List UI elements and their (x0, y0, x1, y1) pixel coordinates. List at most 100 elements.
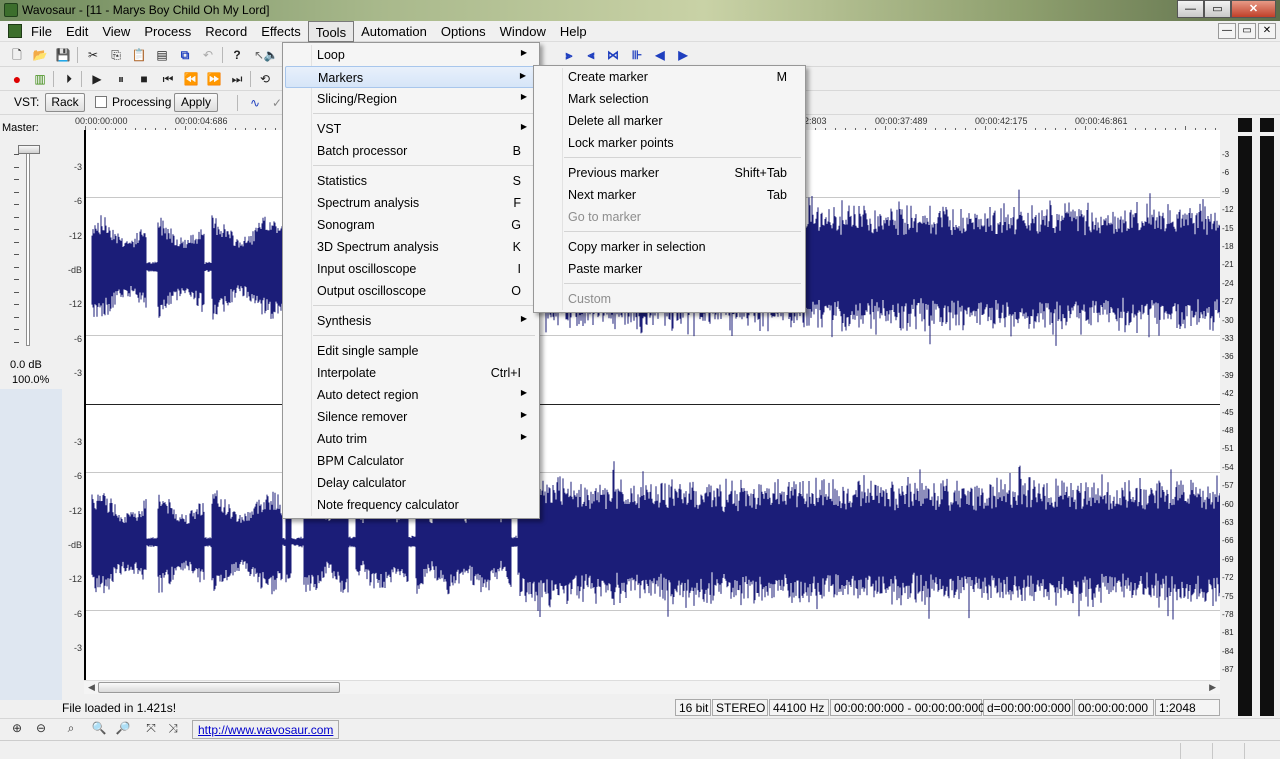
tools-menu-item-silence-remover[interactable]: Silence remover ▶ (285, 406, 537, 428)
menu-item-label: Output oscilloscope (317, 284, 427, 298)
menu-window[interactable]: Window (493, 21, 553, 42)
tools-menu-item-interpolate[interactable]: Interpolate Ctrl+I (285, 362, 537, 384)
tools-menu-item-auto-detect-region[interactable]: Auto detect region ▶ (285, 384, 537, 406)
master-volume-track[interactable] (26, 148, 30, 346)
tools-menu-item-batch-processor[interactable]: Batch processor B (285, 140, 537, 162)
processing-checkbox[interactable] (95, 96, 107, 108)
submenu-arrow-icon: ▶ (520, 48, 527, 57)
loop-icon[interactable]: ⟲ (256, 70, 274, 88)
tools-menu-item-edit-single-sample[interactable]: Edit single sample (285, 340, 537, 362)
scroll-right-icon[interactable]: ▶ (1209, 682, 1216, 693)
mdi-minimize-button[interactable]: — (1218, 23, 1236, 39)
menu-record[interactable]: Record (198, 21, 254, 42)
play-icon[interactable]: ▶ (88, 70, 106, 88)
tools-menu-item-slicing-region[interactable]: Slicing/Region ▶ (285, 88, 537, 110)
marker-split-icon[interactable]: ⫷ (582, 46, 600, 64)
tools-menu-item-bpm-calculator[interactable]: BPM Calculator (285, 450, 537, 472)
next-marker-icon[interactable]: ▶ (674, 46, 692, 64)
play-from-start-icon[interactable]: ⏵ (60, 70, 78, 88)
undo-icon[interactable]: ↶ (199, 46, 217, 64)
pause-icon[interactable]: ⏸ (112, 70, 130, 88)
menu-tools[interactable]: Tools (307, 21, 355, 42)
go-to-end-icon[interactable]: ⏭ (228, 70, 246, 88)
meter-scale-label: -87 (1222, 665, 1234, 675)
markers-menu-item-paste-marker[interactable]: Paste marker (536, 258, 803, 280)
markers-menu-item-delete-all-marker[interactable]: Delete all marker (536, 110, 803, 132)
save-icon[interactable]: 💾 (54, 46, 72, 64)
maximize-button[interactable]: ▭ (1204, 0, 1231, 18)
marker-region-icon[interactable]: ⋈ (604, 46, 622, 64)
markers-menu-item-lock-marker-points[interactable]: Lock marker points (536, 132, 803, 154)
website-link[interactable]: http://www.wavosaur.com (192, 720, 340, 739)
mdi-close-button[interactable]: ✕ (1258, 23, 1276, 39)
rack-button[interactable]: Rack (45, 93, 85, 112)
mdi-restore-button[interactable]: ▭ (1238, 23, 1256, 39)
zoom-out-icon[interactable]: 🔎 (114, 721, 132, 739)
paste-mix-icon[interactable]: ▤ (153, 46, 171, 64)
tools-menu-item-delay-calculator[interactable]: Delay calculator (285, 472, 537, 494)
paste-icon[interactable]: 📋 (130, 46, 148, 64)
menu-item-label: 3D Spectrum analysis (317, 240, 439, 254)
previous-marker-icon[interactable]: ◀ (651, 46, 669, 64)
apply-button[interactable]: Apply (174, 93, 218, 112)
menu-file[interactable]: File (24, 21, 59, 42)
minimize-button[interactable]: — (1177, 0, 1204, 18)
meter-scale-label: -72 (1222, 573, 1234, 583)
tools-menu-item-output-oscilloscope[interactable]: Output oscilloscope O (285, 280, 537, 302)
tools-menu-item-spectrum-analysis[interactable]: Spectrum analysis F (285, 192, 537, 214)
timeline-label: 00:00:46:861 (1075, 116, 1128, 126)
tools-menu-item-note-frequency-calculator[interactable]: Note frequency calculator (285, 494, 537, 516)
copy-icon[interactable]: ⎘ (107, 46, 125, 64)
menu-edit[interactable]: Edit (59, 21, 95, 42)
help-icon[interactable]: ? (228, 46, 246, 64)
markers-menu-item-next-marker[interactable]: Next marker Tab (536, 184, 803, 206)
tools-menu-item-auto-trim[interactable]: Auto trim ▶ (285, 428, 537, 450)
open-folder-icon[interactable]: 📂 (31, 46, 49, 64)
fast-forward-icon[interactable]: ⏩ (205, 70, 223, 88)
tools-menu-item-loop[interactable]: Loop ▶ (285, 44, 537, 66)
crop-icon[interactable]: ⧉ (176, 46, 194, 64)
zoom-selection-icon[interactable]: ⌕ (62, 721, 80, 739)
markers-menu-item-create-marker[interactable]: Create marker M (536, 66, 803, 88)
zoom-vertical-out-icon[interactable]: ⤨ (164, 721, 182, 739)
menu-help[interactable]: Help (553, 21, 594, 42)
close-button[interactable]: ✕ (1231, 0, 1276, 18)
input-monitor-icon[interactable]: ▥ (31, 70, 49, 88)
new-file-icon[interactable]: 🗋 (8, 46, 26, 64)
markers-menu-item-previous-marker[interactable]: Previous marker Shift+Tab (536, 162, 803, 184)
scrollbar-thumb[interactable] (98, 682, 340, 693)
menu-automation[interactable]: Automation (354, 21, 434, 42)
zoom-in-horizontal-icon[interactable]: ⊕ (8, 721, 26, 739)
tools-menu-item-markers[interactable]: Markers ▶ (285, 66, 537, 88)
document-icon[interactable] (8, 24, 22, 38)
speaker-icon[interactable]: 🔈 (262, 46, 280, 64)
zoom-vertical-in-icon[interactable]: ⤧ (142, 721, 160, 739)
markers-menu-item-mark-selection[interactable]: Mark selection (536, 88, 803, 110)
record-icon[interactable]: ● (8, 70, 26, 88)
tools-menu-item-sonogram[interactable]: Sonogram G (285, 214, 537, 236)
stop-icon[interactable]: ■ (135, 70, 153, 88)
marker-slice-icon[interactable]: ⊪ (628, 46, 646, 64)
menu-view[interactable]: View (95, 21, 137, 42)
right-level-meter (1260, 136, 1274, 716)
marker-icon[interactable]: ⫸ (560, 46, 578, 64)
cut-icon[interactable]: ✂ (84, 46, 102, 64)
envelope-icon[interactable]: ∿ (246, 94, 264, 112)
scroll-left-icon[interactable]: ◀ (88, 682, 95, 693)
menu-process[interactable]: Process (137, 21, 198, 42)
zoom-out-horizontal-icon[interactable]: ⊖ (32, 721, 50, 739)
rewind-icon[interactable]: ⏪ (182, 70, 200, 88)
horizontal-scrollbar[interactable]: ◀ ▶ (84, 680, 1220, 694)
menu-options[interactable]: Options (434, 21, 493, 42)
go-to-start-icon[interactable]: ⏮ (159, 70, 177, 88)
master-volume-slider[interactable] (18, 145, 40, 154)
zoom-in-icon[interactable]: 🔍 (90, 721, 108, 739)
tools-menu-item-synthesis[interactable]: Synthesis ▶ (285, 310, 537, 332)
menu-effects[interactable]: Effects (254, 21, 308, 42)
tools-menu-item-statistics[interactable]: Statistics S (285, 170, 537, 192)
tools-menu-item-vst[interactable]: VST ▶ (285, 118, 537, 140)
tools-menu-item-input-oscilloscope[interactable]: Input oscilloscope I (285, 258, 537, 280)
tools-menu-item-3d-spectrum-analysis[interactable]: 3D Spectrum analysis K (285, 236, 537, 258)
markers-menu-item-copy-marker-in-selection[interactable]: Copy marker in selection (536, 236, 803, 258)
meter-scale-label: -45 (1222, 407, 1234, 417)
